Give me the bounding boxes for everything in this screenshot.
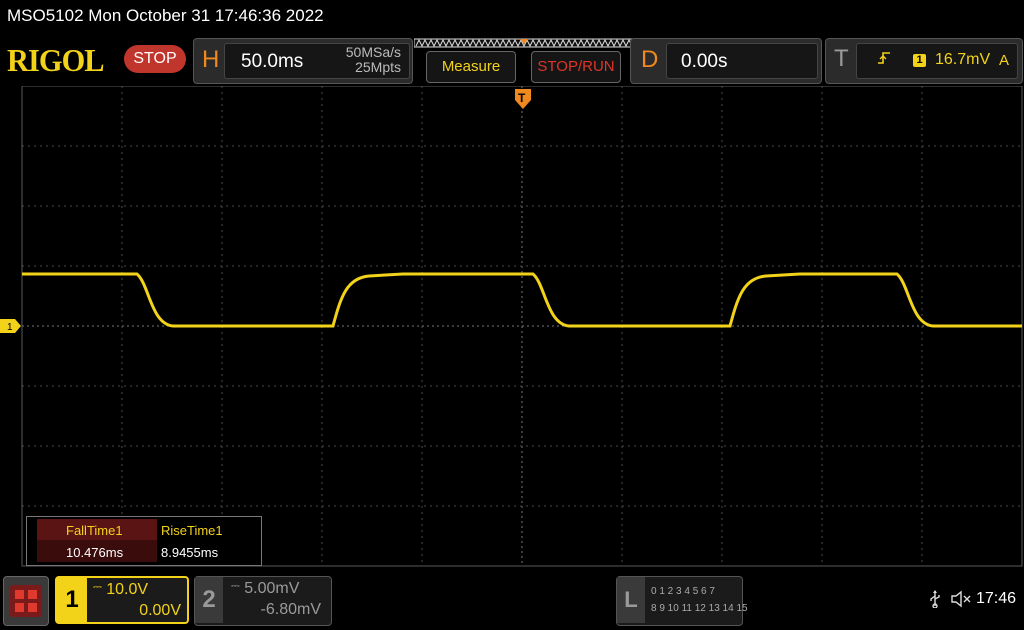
channel-1-marker[interactable]: 1 <box>0 318 22 334</box>
delay-panel[interactable]: D 0.00s <box>630 38 822 84</box>
logic-channels-row-2: 8 9 10 11 12 13 14 15 <box>651 603 748 614</box>
speaker-muted-icon[interactable] <box>950 590 972 613</box>
channel-2-offset: -6.80mV <box>260 601 321 618</box>
horizontal-letter: H <box>202 46 220 73</box>
fall-time-value: 10.476ms <box>66 545 124 560</box>
channel-1-box[interactable]: 1 ⎓ 10.0V 0.00V <box>55 576 189 624</box>
horizontal-inner: 50.0ms 50MSa/s 25Mpts <box>224 43 410 79</box>
trigger-mode: A <box>999 52 1010 69</box>
waveform-position-ruler <box>414 38 634 48</box>
trigger-channel: 1 <box>913 54 926 67</box>
delay-inner: 0.00s <box>666 43 818 79</box>
logic-channels-row-1: 0 1 2 3 4 5 6 7 <box>651 586 715 597</box>
channel-1-marker-label: 1 <box>7 322 13 333</box>
delay-letter: D <box>641 46 659 73</box>
trigger-position-label: T <box>518 91 526 105</box>
horizontal-panel[interactable]: H 50.0ms 50MSa/s 25Mpts <box>193 38 413 84</box>
measure-button[interactable]: Measure <box>426 51 516 83</box>
dc-coupling-icon: ⎓ <box>93 581 102 593</box>
delay-value: 0.00s <box>681 51 728 72</box>
trigger-level: 16.7mV <box>935 51 991 68</box>
timebase-value: 50.0ms <box>241 51 304 72</box>
rise-time-value: 8.9455ms <box>161 545 219 560</box>
channel-2-number: 2 <box>195 577 223 623</box>
logo: RIGOL <box>7 42 105 78</box>
status-badge[interactable]: STOP <box>124 45 186 73</box>
title-bar: MSO5102 Mon October 31 17:46:36 2022 <box>0 0 1024 34</box>
channel-2-box[interactable]: 2 ⎓ 5.00mV -6.80mV <box>194 576 332 626</box>
waveform-display[interactable] <box>0 86 1024 568</box>
dc-coupling-icon: ⎓ <box>231 580 240 592</box>
channel-1-number: 1 <box>57 578 87 622</box>
sample-info: 50MSa/s 25Mpts <box>329 45 401 75</box>
rise-time-label: RiseTime1 <box>161 523 223 538</box>
fall-time-label: FallTime1 <box>66 523 123 538</box>
logic-analyzer-box[interactable]: L 0 1 2 3 4 5 6 7 8 9 10 11 12 13 14 15 <box>616 576 748 626</box>
channel-1-offset: 0.00V <box>139 602 181 619</box>
menu-grid-icon[interactable] <box>3 576 49 626</box>
trigger-inner: 1 16.7mV A <box>856 43 1018 79</box>
channel-2-scale: ⎓ 5.00mV <box>231 580 300 597</box>
channel-1-scale: ⎓ 10.0V <box>93 581 149 598</box>
rising-edge-icon <box>877 50 891 71</box>
clock: 17:46 <box>976 590 1017 607</box>
trigger-letter: T <box>834 45 849 72</box>
logic-letter: L <box>617 577 645 623</box>
trigger-panel[interactable]: T 1 16.7mV A <box>825 38 1023 84</box>
title-text: MSO5102 Mon October 31 17:46:36 2022 <box>7 6 324 25</box>
trigger-position-marker[interactable]: T <box>514 88 532 110</box>
sample-rate: 50MSa/s <box>345 44 401 60</box>
stop-run-button[interactable]: STOP/RUN <box>531 51 621 83</box>
memory-depth: 25Mpts <box>355 59 401 75</box>
usb-icon[interactable] <box>928 590 942 613</box>
